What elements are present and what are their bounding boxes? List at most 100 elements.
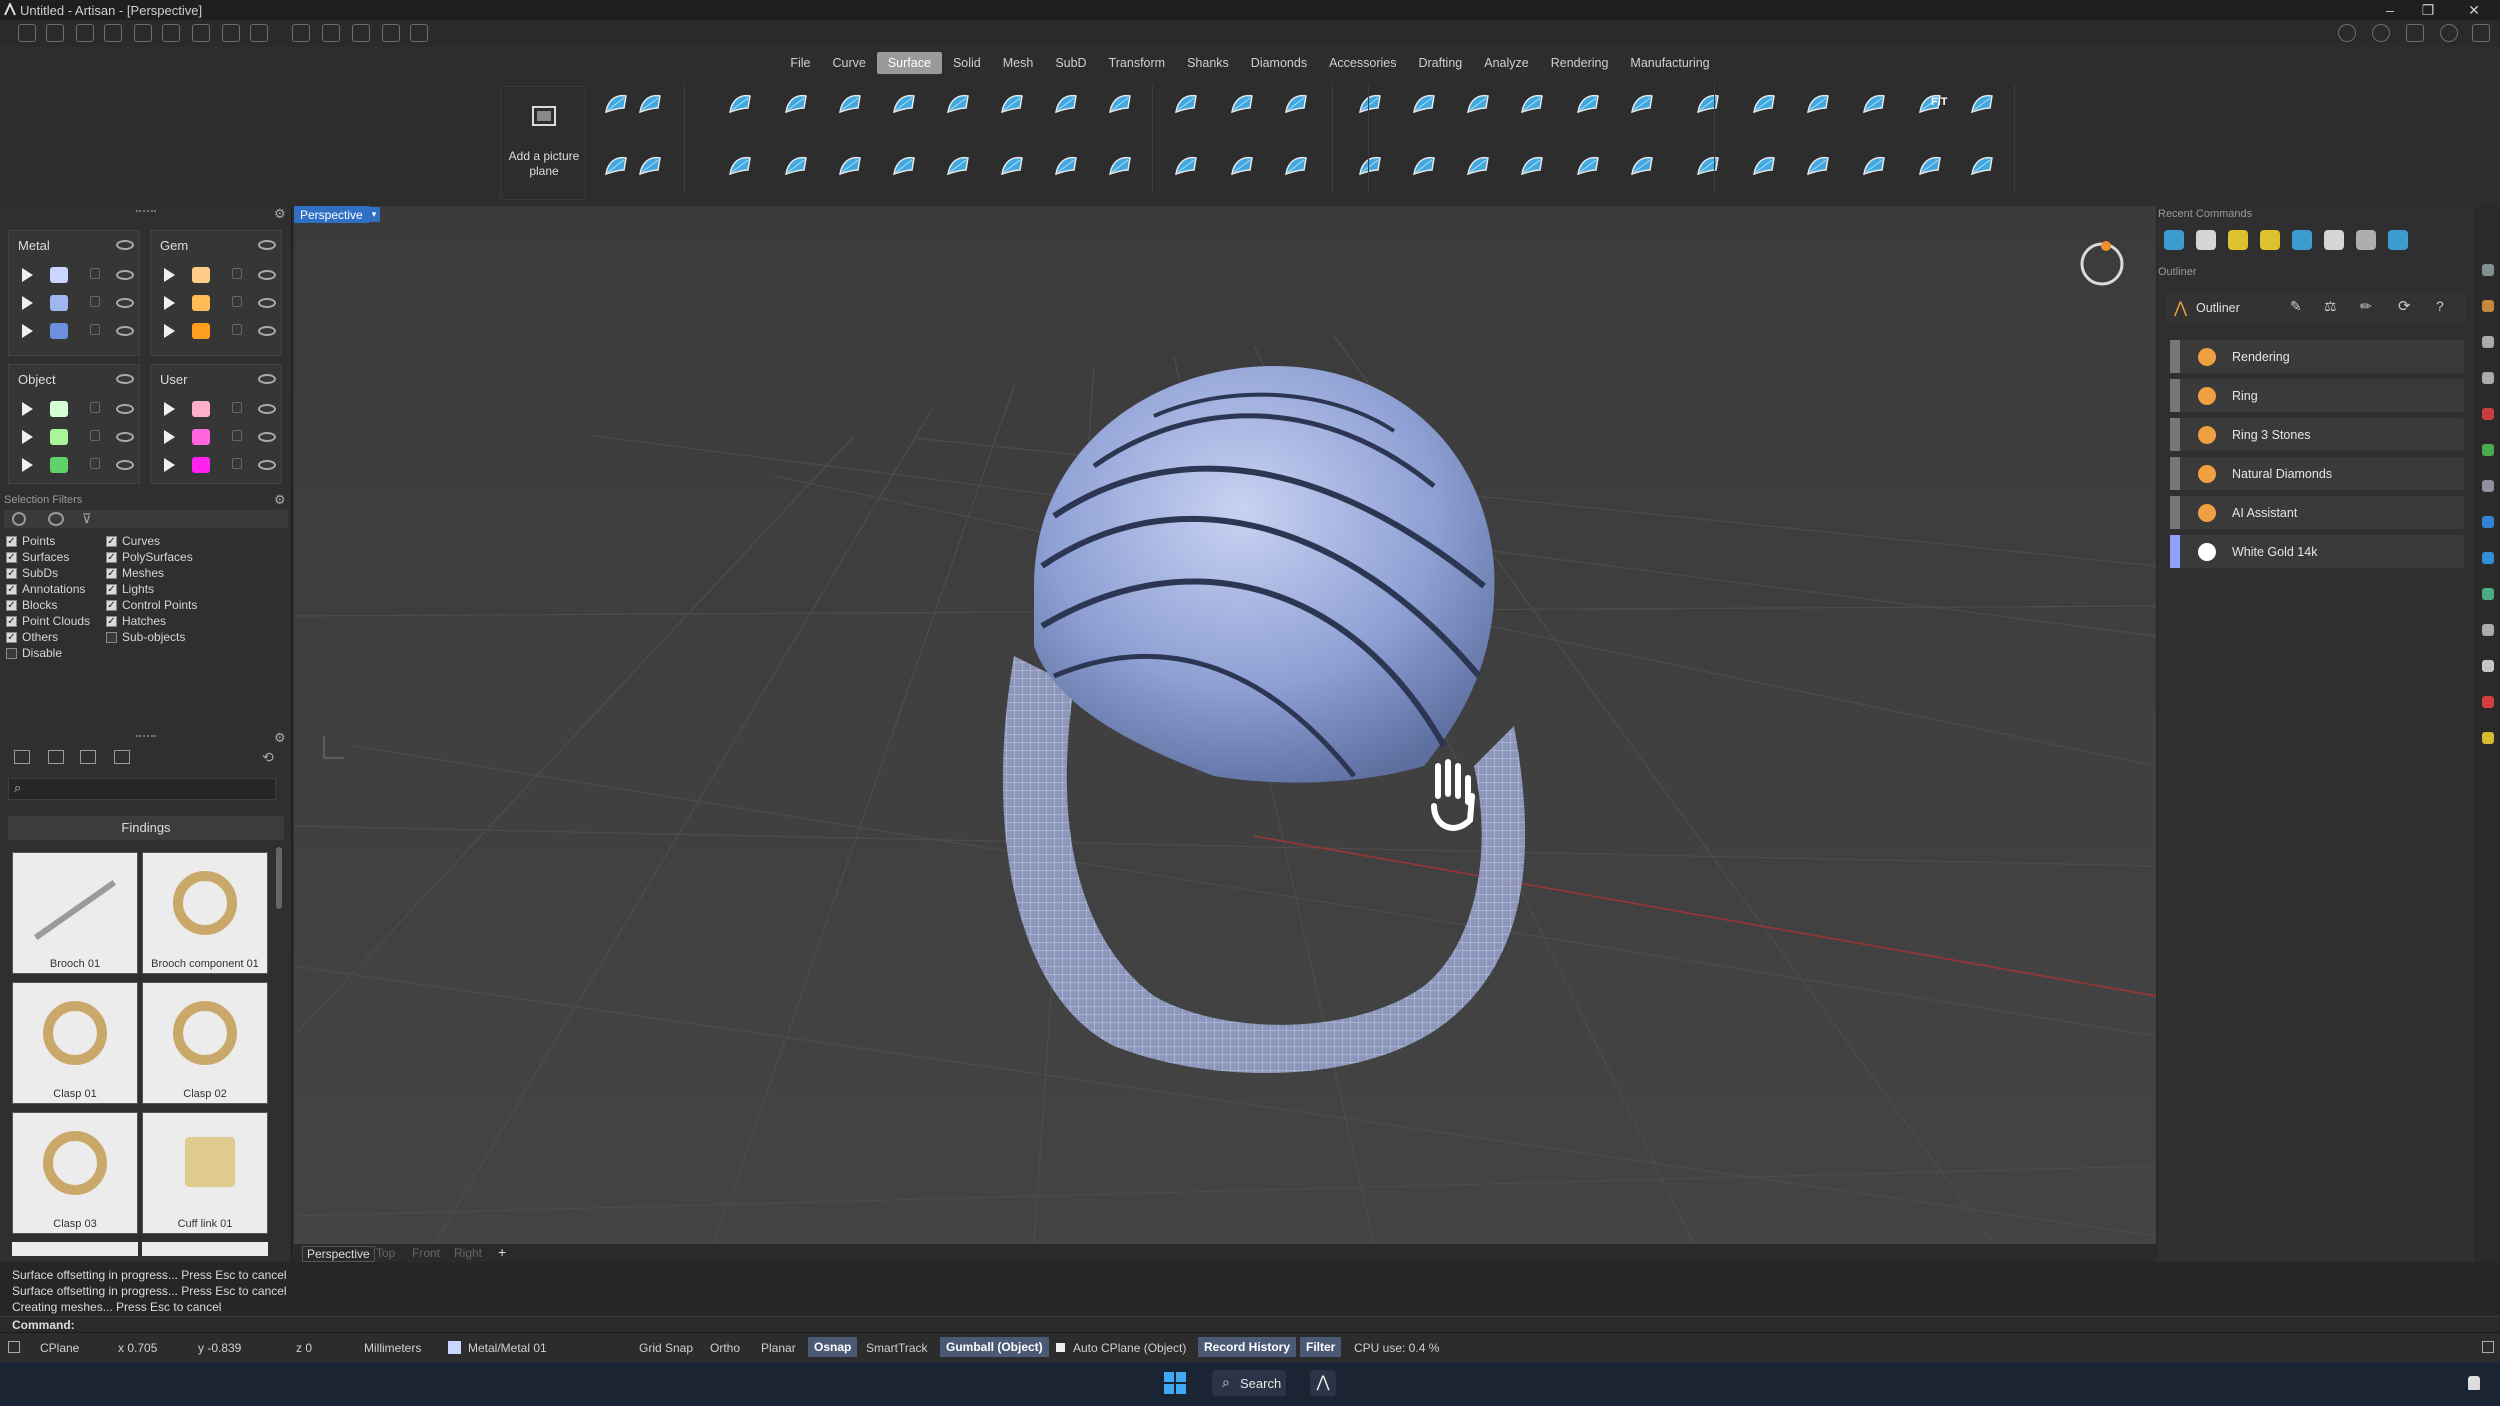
outliner-row-ring-3-stones[interactable]: Ring 3 Stones	[2170, 418, 2464, 451]
surface-blend-tool-5-1-icon[interactable]	[1572, 88, 1604, 120]
eye-icon[interactable]	[116, 270, 134, 280]
checkbox[interactable]: ✓	[106, 568, 117, 580]
layer-color-swatch[interactable]	[192, 267, 210, 283]
eye-icon[interactable]	[258, 240, 276, 250]
library-item-clasp-01[interactable]: Clasp 01	[12, 982, 138, 1104]
lock-icon[interactable]	[232, 296, 242, 307]
surface-blend-tool-4-2-icon[interactable]	[1516, 150, 1548, 182]
filter-others-checkbox[interactable]: ✓ Others	[6, 630, 90, 646]
recent-command-7-icon[interactable]	[2356, 230, 2376, 250]
surface-edit-tool-5-1-icon[interactable]	[942, 88, 974, 120]
surface-blend-tool-6-1-icon[interactable]	[1626, 88, 1658, 120]
side-tool-5-icon[interactable]	[2482, 408, 2494, 420]
lock-icon[interactable]	[90, 296, 100, 307]
open-folder-icon[interactable]	[104, 24, 122, 42]
surface-blend-tool-1-2-icon[interactable]	[1354, 150, 1386, 182]
surface-split-tool-3-1-icon[interactable]	[1280, 88, 1312, 120]
layer-expand-play-icon[interactable]	[22, 430, 33, 444]
checkbox[interactable]: ✓	[106, 552, 117, 564]
layer-expand-play-icon[interactable]	[22, 296, 33, 310]
surface-blend-tool-5-2-icon[interactable]	[1572, 150, 1604, 182]
layouts-icon[interactable]	[382, 24, 400, 42]
surface-blend-tool-4-1-icon[interactable]	[1516, 88, 1548, 120]
library-item-partial[interactable]	[142, 1242, 268, 1256]
side-tool-1-icon[interactable]	[2482, 264, 2494, 276]
refresh-icon[interactable]: ⟲	[262, 749, 274, 766]
filter-surfaces-checkbox[interactable]: ✓ Surfaces	[6, 550, 90, 566]
recent-command-5-icon[interactable]	[2292, 230, 2312, 250]
panel-grip[interactable]	[136, 210, 156, 214]
select-all-icon[interactable]	[12, 512, 26, 526]
panel-grip[interactable]	[136, 735, 156, 739]
layer-expand-play-icon[interactable]	[164, 324, 175, 338]
layer-expand-play-icon[interactable]	[22, 458, 33, 472]
gear-icon[interactable]: ⚙	[274, 492, 286, 508]
tab-drafting[interactable]: Drafting	[1407, 52, 1473, 74]
outliner-row-rendering[interactable]: Rendering	[2170, 340, 2464, 373]
eye-icon[interactable]	[116, 326, 134, 336]
filter-toggle[interactable]: Filter	[1300, 1337, 1342, 1357]
checkbox[interactable]: ✓	[6, 536, 17, 548]
eye-icon[interactable]	[116, 374, 134, 384]
command-input[interactable]	[0, 1316, 2500, 1332]
units-label[interactable]: Millimeters	[364, 1341, 421, 1355]
eye-icon[interactable]	[258, 270, 276, 280]
surface-blend-tool-3-2-icon[interactable]	[1462, 150, 1494, 182]
side-tool-10-icon[interactable]	[2482, 588, 2494, 600]
surface-split-tool-2-1-icon[interactable]	[1226, 88, 1258, 120]
surface-tools-tool-2-2-icon[interactable]	[1748, 150, 1780, 182]
checkbox[interactable]: ✓	[106, 584, 117, 596]
surface-split-tool-1-1-icon[interactable]	[1170, 88, 1202, 120]
surface-split-tool-1-2-icon[interactable]	[1170, 150, 1202, 182]
tab-curve[interactable]: Curve	[822, 52, 877, 74]
info-icon[interactable]	[2372, 24, 2390, 42]
panel-toggle-icon[interactable]	[8, 1341, 20, 1353]
tab-subd[interactable]: SubD	[1044, 52, 1097, 74]
gear-icon[interactable]: ⚙	[274, 730, 286, 746]
surface-tools-tool-3-1-icon[interactable]	[1802, 88, 1834, 120]
gumball-toggle[interactable]: Gumball (Object)	[940, 1337, 1049, 1357]
snapshot-icon[interactable]	[292, 24, 310, 42]
redo-icon[interactable]	[162, 24, 180, 42]
layer-color-swatch[interactable]	[192, 323, 210, 339]
surface-tools-tool-5-2-icon[interactable]	[1914, 150, 1946, 182]
eye-icon[interactable]	[116, 460, 134, 470]
viewport-menu-chevron-down-icon[interactable]: ▾	[368, 207, 380, 222]
invert-selection-icon[interactable]	[48, 512, 64, 526]
save-incremental-icon[interactable]	[250, 24, 268, 42]
side-tool-12-icon[interactable]	[2482, 660, 2494, 672]
layer-expand-play-icon[interactable]	[164, 402, 175, 416]
recent-command-6-icon[interactable]	[2324, 230, 2344, 250]
layout-icon[interactable]	[2406, 24, 2424, 42]
filter-polysurfaces-checkbox[interactable]: ✓ PolySurfaces	[106, 550, 197, 566]
planar-toggle[interactable]: Planar	[761, 1341, 796, 1355]
surface-edit-tool-1-1-icon[interactable]	[724, 88, 756, 120]
surface-blend-tool-3-1-icon[interactable]	[1462, 88, 1494, 120]
library-search-input[interactable]	[8, 778, 276, 800]
filter-icon[interactable]: ⊽	[82, 511, 92, 527]
smarttrack-toggle[interactable]: SmartTrack	[866, 1341, 928, 1355]
outliner-row-natural-diamonds[interactable]: Natural Diamonds	[2170, 457, 2464, 490]
filter-lights-checkbox[interactable]: ✓ Lights	[106, 582, 197, 598]
surface-blend-tool-1-1-icon[interactable]	[1354, 88, 1386, 120]
filter-control-points-checkbox[interactable]: ✓ Control Points	[106, 598, 197, 614]
balance-icon[interactable]: ⚖	[2324, 298, 2337, 315]
settings-icon[interactable]	[2472, 24, 2490, 42]
layer-color-swatch[interactable]	[192, 457, 210, 473]
side-tool-6-icon[interactable]	[2482, 444, 2494, 456]
layer-color-swatch[interactable]	[192, 429, 210, 445]
surface-tools-tool-6-1-icon[interactable]	[1966, 88, 1998, 120]
surface-tools-tool-4-1-icon[interactable]	[1858, 88, 1890, 120]
lock-icon[interactable]	[232, 402, 242, 413]
ortho-toggle[interactable]: Ortho	[710, 1341, 740, 1355]
recent-command-2-icon[interactable]	[2196, 230, 2216, 250]
recent-command-1-icon[interactable]	[2164, 230, 2184, 250]
tab-file[interactable]: File	[779, 52, 821, 74]
outliner-row-white-gold-14k[interactable]: White Gold 14k	[2170, 535, 2464, 568]
viewport-tab-right[interactable]: Right	[454, 1246, 482, 1260]
surface-edit-tool-4-1-icon[interactable]	[888, 88, 920, 120]
folder-icon[interactable]	[14, 750, 30, 764]
side-tool-11-icon[interactable]	[2482, 624, 2494, 636]
surface-split-tool-3-2-icon[interactable]	[1280, 150, 1312, 182]
checkbox[interactable]: ✓	[6, 584, 17, 596]
